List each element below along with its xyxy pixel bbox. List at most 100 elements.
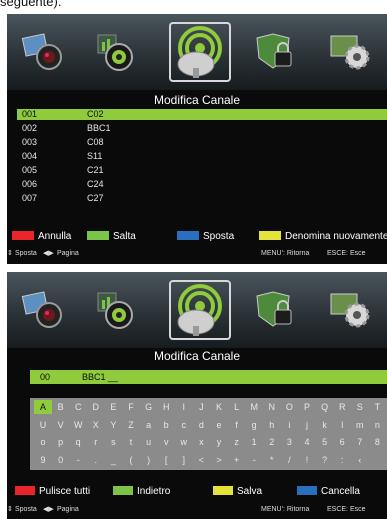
keyboard-key[interactable]: a (140, 418, 158, 432)
keyboard-key[interactable]: - (69, 453, 87, 467)
keyboard-key[interactable]: d (192, 418, 210, 432)
keyboard-key[interactable]: m (351, 418, 369, 432)
keyboard-key[interactable]: 7 (351, 435, 369, 449)
keyboard-key[interactable]: G (140, 400, 158, 414)
keyboard-key[interactable]: Q (316, 400, 334, 414)
keyboard-key[interactable]: Z (122, 418, 140, 432)
keyboard-key[interactable]: . (87, 453, 105, 467)
keyboard-key[interactable]: v (157, 435, 175, 449)
settings-icon[interactable] (329, 290, 373, 330)
keyboard-key[interactable]: I (175, 400, 193, 414)
yellow-button-legend[interactable]: Denomina nuovamente (259, 231, 387, 243)
keyboard-key[interactable]: f (228, 418, 246, 432)
lock-icon[interactable] (253, 32, 297, 72)
keyboard-key[interactable]: o (34, 435, 52, 449)
keyboard-key[interactable]: / (280, 453, 298, 467)
keyboard-key[interactable]: R (333, 400, 351, 414)
keyboard-key[interactable]: s (104, 435, 122, 449)
keyboard-key[interactable]: y (210, 435, 228, 449)
keyboard-key[interactable]: i (280, 418, 298, 432)
keyboard-key[interactable]: - (245, 453, 263, 467)
keyboard-key[interactable]: j (298, 418, 316, 432)
keyboard-key[interactable]: 9 (34, 453, 52, 467)
keyboard-key[interactable]: H (157, 400, 175, 414)
keyboard-key[interactable]: 0 (52, 453, 70, 467)
keyboard-key[interactable]: X (87, 418, 105, 432)
blue-button-legend[interactable]: Cancella (297, 486, 360, 498)
keyboard-key[interactable]: z (228, 435, 246, 449)
keyboard-key[interactable]: n (368, 418, 386, 432)
keyboard-key[interactable]: t (122, 435, 140, 449)
keyboard-key[interactable]: > (210, 453, 228, 467)
channel-row[interactable]: 004 S11 (17, 151, 387, 162)
keyboard-key[interactable]: W (69, 418, 87, 432)
keyboard-key[interactable]: B (52, 400, 70, 414)
keyboard-key[interactable]: [ (157, 453, 175, 467)
keyboard-key[interactable]: K (210, 400, 228, 414)
red-button-legend[interactable]: Annulla (12, 231, 71, 243)
keyboard-key[interactable]: S (351, 400, 369, 414)
keyboard-key[interactable]: k (316, 418, 334, 432)
picture-icon[interactable] (21, 290, 65, 330)
keyboard-key[interactable] (368, 453, 386, 467)
keyboard-key[interactable]: V (52, 418, 70, 432)
keyboard-key[interactable]: b (157, 418, 175, 432)
sound-icon[interactable] (94, 32, 138, 72)
keyboard-key[interactable]: ! (298, 453, 316, 467)
keyboard-key[interactable]: N (263, 400, 281, 414)
keyboard-key[interactable]: F (122, 400, 140, 414)
sound-icon[interactable] (94, 290, 138, 330)
keyboard-key[interactable]: q (69, 435, 87, 449)
keyboard-key[interactable]: ? (316, 453, 334, 467)
keyboard-key-active[interactable]: A (34, 400, 52, 414)
keyboard-key[interactable]: 1 (245, 435, 263, 449)
keyboard-key[interactable]: _ (104, 453, 122, 467)
green-button-legend[interactable]: Indietro (113, 486, 170, 498)
keyboard-key[interactable]: + (228, 453, 246, 467)
blue-button-legend[interactable]: Sposta (177, 231, 234, 243)
channel-row[interactable]: 005 C21 (17, 165, 387, 176)
keyboard-key[interactable]: : (333, 453, 351, 467)
keyboard-key[interactable]: x (192, 435, 210, 449)
keyboard-key[interactable]: 5 (316, 435, 334, 449)
channel-row[interactable]: 002 BBC1 (17, 123, 387, 134)
keyboard-key[interactable]: ] (175, 453, 193, 467)
yellow-button-legend[interactable]: Salva (213, 486, 262, 498)
channel-row[interactable]: 003 C08 (17, 137, 387, 148)
keyboard-key[interactable]: h (263, 418, 281, 432)
keyboard-key[interactable]: < (192, 453, 210, 467)
keyboard-key[interactable]: 4 (298, 435, 316, 449)
channel-row[interactable]: 001 C02 (17, 109, 387, 120)
green-button-legend[interactable]: Salta (87, 231, 136, 243)
keyboard-key[interactable]: c (175, 418, 193, 432)
keyboard-key[interactable]: O (280, 400, 298, 414)
channel-icon[interactable] (169, 280, 231, 340)
keyboard-key[interactable]: p (52, 435, 70, 449)
keyboard-key[interactable]: C (69, 400, 87, 414)
keyboard-key[interactable]: e (210, 418, 228, 432)
keyboard-key[interactable]: ( (122, 453, 140, 467)
channel-name-input[interactable]: 00 BBC1 __ (30, 370, 387, 384)
keyboard-key[interactable]: * (263, 453, 281, 467)
keyboard-key[interactable]: E (104, 400, 122, 414)
settings-icon[interactable] (329, 32, 373, 72)
keyboard-key[interactable]: u (140, 435, 158, 449)
keyboard-key[interactable]: 8 (368, 435, 386, 449)
keyboard-key[interactable]: l (333, 418, 351, 432)
keyboard-key[interactable]: Y (104, 418, 122, 432)
keyboard-key[interactable]: w (175, 435, 193, 449)
keyboard-key[interactable]: U (34, 418, 52, 432)
keyboard-key[interactable]: M (245, 400, 263, 414)
lock-icon[interactable] (253, 290, 297, 330)
channel-row[interactable]: 006 C24 (17, 179, 387, 190)
keyboard-key[interactable]: g (245, 418, 263, 432)
picture-icon[interactable] (21, 32, 65, 72)
keyboard-key[interactable]: 3 (280, 435, 298, 449)
keyboard-key[interactable]: r (87, 435, 105, 449)
channel-row[interactable]: 007 C27 (17, 193, 387, 204)
keyboard-key[interactable]: ) (140, 453, 158, 467)
red-button-legend[interactable]: Pulisce tutti (15, 486, 90, 498)
keyboard-key[interactable]: D (87, 400, 105, 414)
keyboard-key[interactable]: 2 (263, 435, 281, 449)
keyboard-key[interactable]: J (192, 400, 210, 414)
